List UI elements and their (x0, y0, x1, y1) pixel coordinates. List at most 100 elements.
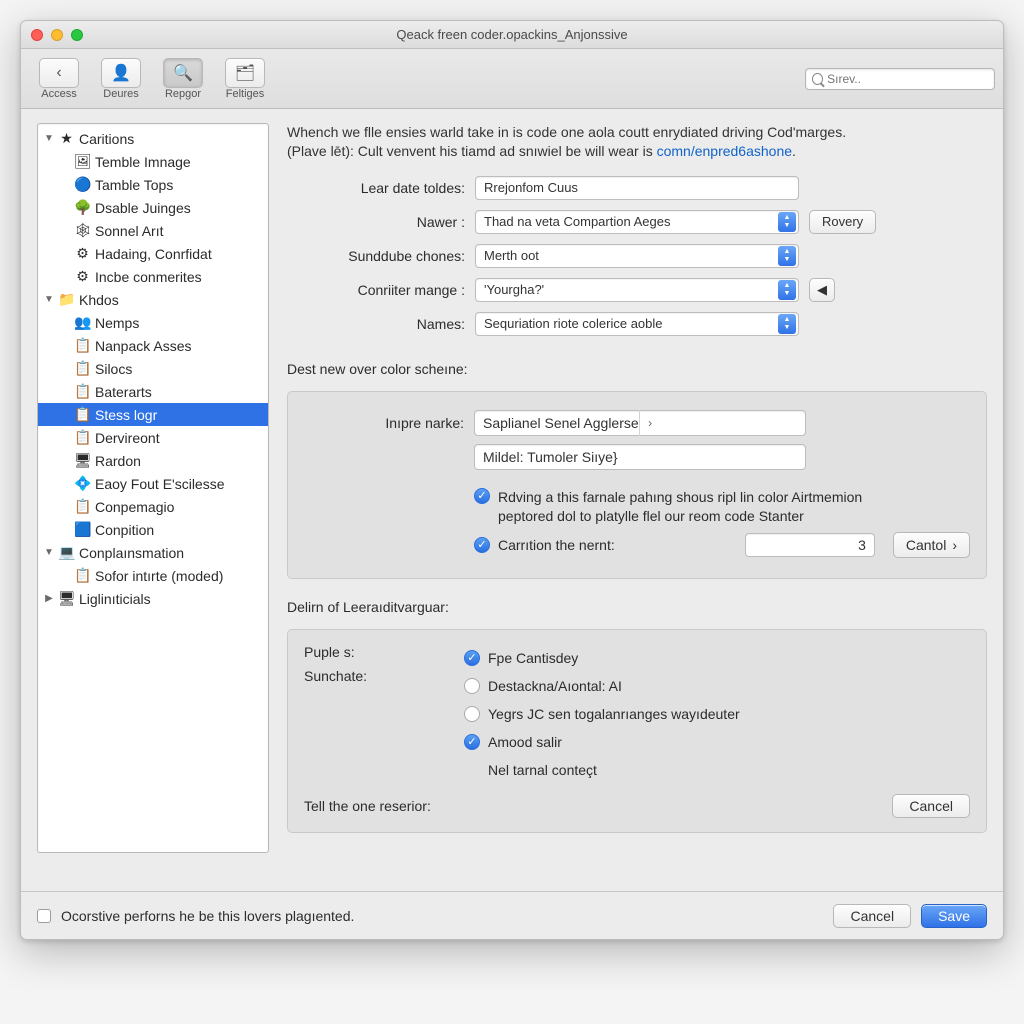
disclosure-triangle-icon[interactable] (44, 133, 54, 144)
sidebar-label: Caritions (79, 131, 134, 147)
sidebar-item[interactable]: 🖥Rardon (38, 449, 268, 472)
sidebar-icon: ⚙ (74, 245, 91, 262)
sidebar[interactable]: ★Caritions🖼Temble Imnage🔵Tamble Tops🌳Dsa… (37, 123, 269, 853)
sidebar-icon: 🕸 (74, 222, 91, 239)
search-icon (812, 73, 823, 85)
sidebar-label: Baterarts (95, 384, 152, 400)
footer-checkbox[interactable] (37, 909, 51, 923)
color-scheme-well: Inıpre narke: Saplianel Senel Agglerse ›… (287, 391, 987, 579)
sidebar-label: Eaoy Fout E'scilesse (95, 476, 225, 492)
checkbox-long[interactable] (474, 488, 490, 504)
radio-option[interactable] (464, 678, 480, 694)
popup-button[interactable]: Sequriation riote colerice aoble (475, 312, 799, 336)
sidebar-icon: 📋 (74, 429, 91, 446)
inner-label: Inıpre narke: (304, 415, 474, 431)
mid-text-field[interactable]: Mildel: Tumoler Siıye} (474, 444, 806, 470)
sidebar-icon: 📋 (74, 567, 91, 584)
toolbar-item-repgor[interactable]: 🔍Repgor (153, 58, 213, 100)
radio-option[interactable] (464, 706, 480, 722)
text-field[interactable] (475, 176, 799, 200)
search-input[interactable] (827, 72, 988, 86)
sidebar-item[interactable]: 📋Dervireont (38, 426, 268, 449)
option-label: Fpe Cantisdey (488, 650, 578, 666)
form-row: Lear date toldes: (287, 171, 987, 205)
sidebar-icon: 📋 (74, 498, 91, 515)
chevron-right-icon: › (639, 410, 661, 436)
sidebar-item[interactable]: 🌳Dsable Juinges (38, 196, 268, 219)
preferences-window: Qeack freen coder.opackins_Anjonssive ‹A… (20, 20, 1004, 940)
disclosure-triangle-icon[interactable] (44, 593, 54, 604)
section-title-lower: Delirn of Leeraıditvarguar: (287, 599, 987, 615)
checkbox-short[interactable] (474, 537, 490, 553)
sidebar-item[interactable]: ⚙Incbe conmerites (38, 265, 268, 288)
picker-popup[interactable]: Saplianel Senel Agglerse › (474, 410, 806, 436)
sidebar-icon: 🖥 (74, 452, 91, 469)
side-button[interactable]: Rovery (809, 210, 876, 234)
sunchate-label: Sunchate: (304, 668, 444, 684)
sidebar-item[interactable]: 🕸Sonnel Arıt (38, 219, 268, 242)
toolbar-icon: 👤 (101, 58, 141, 88)
sidebar-icon: 💠 (74, 475, 91, 492)
sidebar-item[interactable]: 💻Conplaınsmation (38, 541, 268, 564)
sidebar-icon: ★ (58, 130, 75, 147)
number-field[interactable] (745, 533, 875, 557)
small-cancel-button[interactable]: Cancel (892, 794, 970, 818)
disclosure-triangle-icon[interactable] (44, 294, 54, 305)
popup-button[interactable]: Thad na veta Compartion Aeges (475, 210, 799, 234)
checkbox-long-label: Rdving a this farnale pahıng shous ripl … (498, 488, 918, 526)
toolbar-item-access[interactable]: ‹Access (29, 58, 89, 100)
sidebar-icon: 💻 (58, 544, 75, 561)
sidebar-label: Dsable Juinges (95, 200, 191, 216)
back-button[interactable]: ◀ (809, 278, 835, 302)
toolbar-icon: 🗂 (225, 58, 265, 88)
sidebar-item[interactable]: 🔵Tamble Tops (38, 173, 268, 196)
cancel-button[interactable]: Cancel (833, 904, 911, 928)
disclosure-triangle-icon[interactable] (44, 547, 54, 558)
toolbar: ‹Access👤Deures🔍Repgor🗂Feltiges (21, 49, 1003, 109)
chevron-right-icon: › (952, 537, 957, 553)
checkbox-short-label: Carrıtion the nernt: (498, 537, 615, 553)
sidebar-label: Rardon (95, 453, 141, 469)
popup-button[interactable]: 'Yourgha?' (475, 278, 799, 302)
sidebar-item[interactable]: 🖥Liglinıticials (38, 587, 268, 610)
radio-option[interactable] (464, 734, 480, 750)
sidebar-item[interactable]: 📋Conpemagio (38, 495, 268, 518)
sidebar-item[interactable]: 📋Silocs (38, 357, 268, 380)
sidebar-icon: 👥 (74, 314, 91, 331)
popup-button[interactable]: Merth oot (475, 244, 799, 268)
sidebar-label: Khdos (79, 292, 119, 308)
sidebar-item[interactable]: 💠Eaoy Fout E'scilesse (38, 472, 268, 495)
main-content: Whench we flle ensies warld take in is c… (287, 123, 987, 879)
titlebar: Qeack freen coder.opackins_Anjonssive (21, 21, 1003, 49)
sidebar-item[interactable]: 📋Stess logr (38, 403, 268, 426)
toolbar-item-feltiges[interactable]: 🗂Feltiges (215, 58, 275, 100)
sidebar-item[interactable]: ⚙Hadaing, Conrfidat (38, 242, 268, 265)
sidebar-icon: 🖥 (58, 590, 75, 607)
sidebar-label: Conpition (95, 522, 154, 538)
radio-option[interactable] (464, 650, 480, 666)
sidebar-label: Liglinıticials (79, 591, 151, 607)
sidebar-label: Tamble Tops (95, 177, 173, 193)
note-text: Nel tarnal conteçt (488, 762, 970, 778)
window-title: Qeack freen coder.opackins_Anjonssive (21, 27, 1003, 42)
search-field[interactable] (805, 68, 995, 90)
sidebar-icon: 🔵 (74, 176, 91, 193)
form-label: Names: (287, 316, 475, 332)
sidebar-label: Sonnel Arıt (95, 223, 164, 239)
cantol-button[interactable]: Cantol› (893, 532, 970, 558)
sidebar-item[interactable]: 🟦Conpition (38, 518, 268, 541)
sidebar-item[interactable]: 📋Nanpack Asses (38, 334, 268, 357)
sidebar-item[interactable]: 📋Baterarts (38, 380, 268, 403)
sidebar-item[interactable]: ★Caritions (38, 127, 268, 150)
sidebar-item[interactable]: 🖼Temble Imnage (38, 150, 268, 173)
footer: Ocorstive perforns he be this lovers pla… (21, 891, 1003, 939)
sidebar-item[interactable]: 👥Nemps (38, 311, 268, 334)
sidebar-item[interactable]: 📋Sofor intırte (moded) (38, 564, 268, 587)
toolbar-item-deures[interactable]: 👤Deures (91, 58, 151, 100)
sidebar-item[interactable]: 📁Khdos (38, 288, 268, 311)
stepper-icon (778, 246, 796, 266)
save-button[interactable]: Save (921, 904, 987, 928)
intro-link[interactable]: comn/enpred6ashone (657, 143, 792, 159)
sidebar-label: Conplaınsmation (79, 545, 184, 561)
form-label: Lear date toldes: (287, 180, 475, 196)
